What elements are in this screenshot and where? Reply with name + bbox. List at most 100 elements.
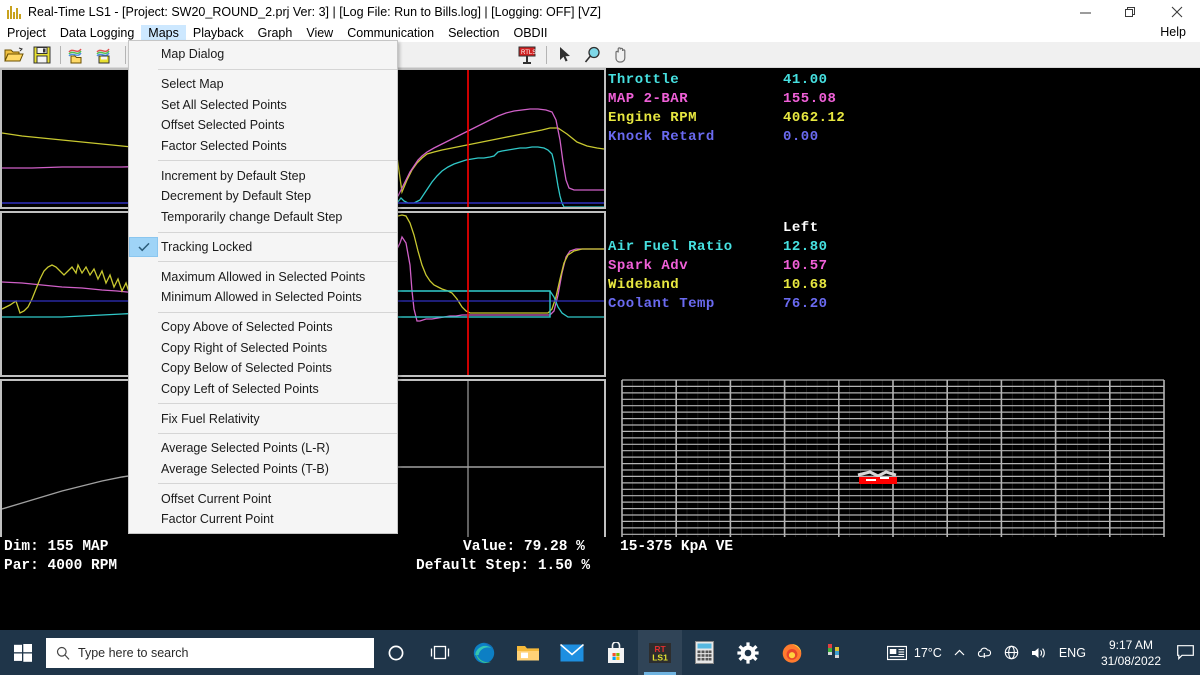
- menu-item-fix-fuel-relativity[interactable]: Fix Fuel Relativity: [129, 408, 397, 429]
- menu-maps[interactable]: Maps: [141, 24, 186, 42]
- open-log-icon[interactable]: [66, 43, 92, 67]
- menu-check-slot: [129, 338, 158, 358]
- menu-item-label: Average Selected Points (T-B): [161, 462, 329, 477]
- restore-button[interactable]: [1108, 0, 1154, 24]
- edge-icon[interactable]: [462, 630, 506, 675]
- menu-check-slot: [129, 358, 158, 378]
- menu-item-label: Factor Current Point: [161, 512, 274, 527]
- menu-item-maximum-allowed-in-selected-points[interactable]: Maximum Allowed in Selected Points: [129, 266, 397, 287]
- menu-check-slot: [129, 207, 158, 227]
- start-icon[interactable]: [0, 630, 46, 675]
- menu-item-map-dialog[interactable]: Map Dialog: [129, 44, 397, 65]
- calculator-icon[interactable]: [682, 630, 726, 675]
- mail-icon[interactable]: [550, 630, 594, 675]
- menu-check-slot: [129, 166, 158, 186]
- rtls-tag-icon[interactable]: RTLS: [515, 43, 541, 67]
- readout-channel-value: 10.68: [783, 276, 828, 293]
- firefox-icon[interactable]: [770, 630, 814, 675]
- search-placeholder: Type here to search: [78, 645, 189, 660]
- settings-gear-icon[interactable]: [726, 630, 770, 675]
- menu-data-logging[interactable]: Data Logging: [53, 25, 141, 42]
- menu-check-slot: [129, 459, 158, 479]
- paint-icon[interactable]: [814, 630, 858, 675]
- search-input[interactable]: Type here to search: [46, 637, 374, 668]
- toolbar-separator: [60, 45, 61, 64]
- menu-item-copy-below-of-selected-points[interactable]: Copy Below of Selected Points: [129, 358, 397, 379]
- pan-hand-icon[interactable]: [608, 43, 634, 67]
- menu-playback[interactable]: Playback: [186, 25, 251, 42]
- menu-project[interactable]: Project: [0, 25, 53, 42]
- weather-temperature: 17°C: [913, 645, 942, 660]
- minimize-button[interactable]: [1062, 0, 1108, 24]
- menu-item-label: Copy Above of Selected Points: [161, 319, 333, 334]
- menu-item-offset-current-point[interactable]: Offset Current Point: [129, 488, 397, 509]
- menu-separator: [158, 433, 397, 434]
- menu-graph[interactable]: Graph: [251, 25, 300, 42]
- menu-item-offset-selected-points[interactable]: Offset Selected Points: [129, 115, 397, 136]
- menu-item-average-selected-points-t-b[interactable]: Average Selected Points (T-B): [129, 459, 397, 480]
- menu-item-label: Temporarily change Default Step: [161, 210, 343, 225]
- menu-item-factor-selected-points[interactable]: Factor Selected Points: [129, 136, 397, 157]
- menu-item-copy-right-of-selected-points[interactable]: Copy Right of Selected Points: [129, 337, 397, 358]
- readout-channel-value: 155.08: [783, 90, 837, 107]
- menu-check-slot: [129, 186, 158, 206]
- file-explorer-icon[interactable]: [506, 630, 550, 675]
- menu-item-increment-by-default-step[interactable]: Increment by Default Step: [129, 165, 397, 186]
- save-log-icon[interactable]: [94, 43, 120, 67]
- speaker-icon[interactable]: [1025, 630, 1053, 675]
- status-bar: Dim: 155 MAP Par: 4000 RPM Value: 79.28 …: [0, 537, 1200, 585]
- weather-widget[interactable]: 17°C: [881, 630, 948, 675]
- menu-communication[interactable]: Communication: [340, 25, 441, 42]
- system-tray: 17°C ENG 9:17 AM 31/08/2022: [881, 630, 1200, 675]
- menu-item-label: Copy Right of Selected Points: [161, 340, 328, 355]
- toolbar-separator: [125, 45, 126, 64]
- zoom-icon[interactable]: [580, 43, 606, 67]
- menu-check-slot: [129, 267, 158, 287]
- menu-check-slot: [129, 287, 158, 307]
- menu-help[interactable]: Help: [1154, 24, 1192, 40]
- clock[interactable]: 9:17 AM 31/08/2022: [1092, 630, 1170, 675]
- save-project-icon[interactable]: [29, 43, 55, 67]
- store-icon[interactable]: [594, 630, 638, 675]
- readout-row: Coolant Temp 76.20: [608, 294, 828, 313]
- menu-item-temporarily-change-default-step[interactable]: Temporarily change Default Step: [129, 207, 397, 228]
- onedrive-icon[interactable]: [971, 630, 998, 675]
- menu-item-select-map[interactable]: Select Map: [129, 74, 397, 95]
- cortana-icon[interactable]: [374, 630, 418, 675]
- rt-ls1-icon[interactable]: RT LS1: [638, 630, 682, 675]
- status-par: Par: 4000 RPM: [4, 558, 118, 574]
- readout-column-header: Left: [608, 218, 828, 237]
- notification-icon[interactable]: [1170, 630, 1200, 675]
- close-button[interactable]: [1154, 0, 1200, 24]
- menu-view[interactable]: View: [299, 25, 340, 42]
- menu-item-copy-left-of-selected-points[interactable]: Copy Left of Selected Points: [129, 379, 397, 400]
- maps-dropdown-menu[interactable]: Map Dialog Select Map Set All Selected Poi…: [128, 40, 398, 534]
- readout-top: Throttle 41.00 MAP 2-BAR 155.08 Engine RPM 40…: [608, 70, 845, 146]
- readout-channel-name: Spark Adv: [608, 257, 689, 274]
- readout-channel-value: 0.00: [783, 128, 819, 145]
- menu-check-slot: [129, 44, 158, 64]
- menu-item-tracking-locked[interactable]: Tracking Locked: [129, 236, 397, 258]
- menu-item-factor-current-point[interactable]: Factor Current Point: [129, 509, 397, 530]
- menu-item-average-selected-points-l-r[interactable]: Average Selected Points (L-R): [129, 438, 397, 459]
- menu-selection[interactable]: Selection: [441, 25, 506, 42]
- status-default-step: Default Step: 1.50 %: [416, 558, 591, 574]
- menu-item-minimum-allowed-in-selected-points[interactable]: Minimum Allowed in Selected Points: [129, 287, 397, 308]
- readout-bottom: Left Air Fuel Ratio 12.80 Spark Adv 10.57 Wid…: [608, 218, 828, 313]
- network-globe-icon[interactable]: [998, 630, 1025, 675]
- readout-channel-name: Wideband: [608, 276, 680, 293]
- readout-channel-name: Throttle: [608, 71, 680, 88]
- menu-item-set-all-selected-points[interactable]: Set All Selected Points: [129, 94, 397, 115]
- menu-item-label: Offset Selected Points: [161, 118, 285, 133]
- menu-item-decrement-by-default-step[interactable]: Decrement by Default Step: [129, 186, 397, 207]
- tray-chevron-up-icon[interactable]: [948, 630, 971, 675]
- taskbar: Type here to search RT LS1 17°C ENG 9:17…: [0, 630, 1200, 675]
- language-indicator[interactable]: ENG: [1053, 630, 1092, 675]
- menu-separator: [158, 483, 397, 485]
- task-view-icon[interactable]: [418, 630, 462, 675]
- menu-item-copy-above-of-selected-points[interactable]: Copy Above of Selected Points: [129, 317, 397, 338]
- clock-time: 9:17 AM: [1108, 637, 1153, 652]
- menu-obdii[interactable]: OBDII: [507, 25, 555, 42]
- pointer-icon[interactable]: [552, 43, 578, 67]
- open-project-icon[interactable]: [1, 43, 27, 67]
